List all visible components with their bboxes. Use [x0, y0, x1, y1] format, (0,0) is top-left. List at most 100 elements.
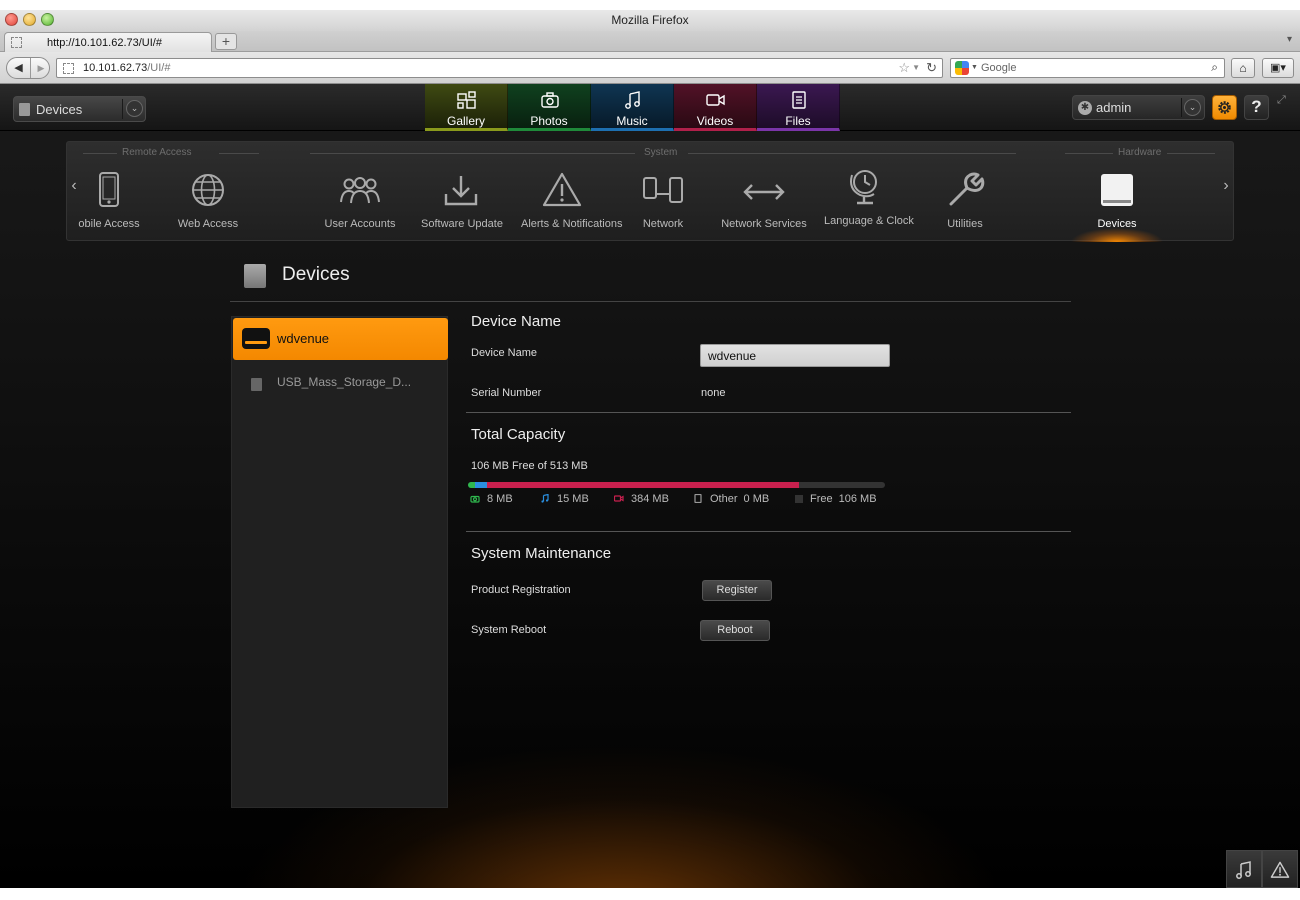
category-rule [83, 153, 117, 154]
search-bar[interactable]: ▼ Google ⌕ [950, 58, 1225, 78]
category-rule [310, 153, 635, 154]
drive-icon [1101, 174, 1133, 206]
wrench-icon [949, 172, 985, 206]
total-capacity-section-title: Total Capacity [471, 426, 566, 443]
ribbon-item-network-services[interactable]: Network Services [721, 170, 807, 236]
new-tab-button[interactable]: + [215, 33, 237, 50]
ribbon-item-label: Alerts & Notifications [521, 218, 623, 230]
legend-name: Other [710, 493, 738, 505]
user-menu-dropdown[interactable]: ✱ admin ⌄ [1072, 95, 1205, 120]
help-button[interactable]: ? [1244, 95, 1269, 120]
chevron-down-icon[interactable]: ⌄ [126, 100, 143, 117]
ribbon-item-network[interactable]: Network [641, 170, 685, 236]
device-name-field[interactable] [700, 344, 890, 367]
system-maintenance-section-title: System Maintenance [471, 545, 612, 562]
tab-files[interactable]: Files [757, 84, 840, 131]
context-dropdown[interactable]: Devices ⌄ [13, 96, 146, 122]
tab-files-label: Files [785, 114, 811, 128]
capacity-legend-videos: 384 MB [614, 493, 669, 505]
user-avatar-icon: ✱ [1078, 101, 1092, 115]
tab-music[interactable]: Music [591, 84, 674, 131]
chevron-down-icon[interactable]: ⌄ [1184, 99, 1201, 116]
music-player-button[interactable] [1226, 850, 1262, 888]
ribbon-item-mobile-access[interactable]: obile Access [78, 170, 140, 236]
drive-icon [244, 264, 266, 288]
forward-arrow-icon[interactable]: ▶ [33, 58, 49, 78]
category-rule [688, 153, 1016, 154]
home-button[interactable]: ⌂ [1231, 58, 1255, 78]
dropdown-divider [1181, 98, 1182, 117]
capacity-legend-free: Free 106 MB [795, 493, 877, 505]
ribbon-category-label: Hardware [1118, 147, 1162, 158]
ribbon-item-utilities[interactable]: Utilities [945, 170, 985, 236]
tab-videos[interactable]: Videos [674, 84, 757, 131]
ribbon-category-label: System [644, 147, 678, 158]
tab-list-chevron-icon[interactable]: ▾ [1287, 34, 1292, 45]
user-name: admin [1096, 100, 1132, 115]
url-text: 10.101.62.73/UI/# [83, 62, 170, 74]
tab-music-label: Music [616, 114, 648, 128]
globe-clock-icon [850, 170, 877, 205]
settings-button[interactable] [1212, 95, 1237, 120]
category-rule [1167, 153, 1215, 154]
browser-tab-label: http://10.101.62.73/UI/# [47, 37, 162, 49]
browser-tab[interactable]: http://10.101.62.73/UI/# [4, 32, 212, 52]
ribbon-item-label: obile Access [78, 218, 140, 230]
ribbon-item-label: Network [642, 218, 684, 230]
serial-number-label: Serial Number [471, 387, 542, 399]
back-forward-group: ◀ ▶ [6, 57, 50, 79]
back-arrow-icon[interactable]: ◀ [7, 58, 31, 78]
register-button[interactable]: Register [702, 580, 772, 601]
ribbon-item-software-update[interactable]: Software Update [421, 170, 503, 236]
home-icon: ⌂ [1239, 61, 1247, 75]
capacity-summary: 106 MB Free of 513 MB [471, 460, 588, 472]
device-list-item[interactable]: wdvenue [233, 318, 448, 360]
search-engine-chevron-icon[interactable]: ▼ [971, 64, 978, 71]
device-list-item[interactable]: USB_Mass_Storage_D... [233, 362, 448, 404]
search-placeholder: Google [981, 62, 1017, 74]
chevron-left-icon[interactable]: ‹ [67, 177, 81, 195]
device-name-label: USB_Mass_Storage_D... [277, 375, 412, 389]
video-camera-icon [614, 495, 624, 502]
ribbon-item-language-clock[interactable]: Language & Clock [824, 167, 914, 233]
app-top-bar: Devices ⌄ Gallery Photos Music Videos Fi… [0, 84, 1300, 131]
document-icon [792, 91, 806, 109]
url-history-chevron-icon[interactable]: ▼ [912, 63, 920, 72]
reboot-button[interactable]: Reboot [700, 620, 770, 641]
serial-number-value: none [701, 387, 726, 399]
legend-value: 15 MB [557, 493, 589, 505]
music-note-icon [541, 494, 549, 503]
fullscreen-icon[interactable]: ⤢ [1277, 94, 1289, 106]
ribbon-item-label: Software Update [421, 218, 503, 230]
camera-icon [541, 92, 559, 108]
tab-photos-label: Photos [530, 114, 568, 128]
window-titlebar: Mozilla Firefox [0, 10, 1300, 32]
ribbon-item-devices[interactable]: Devices [1097, 170, 1137, 236]
capacity-bar [468, 482, 885, 488]
tab-gallery[interactable]: Gallery [425, 84, 508, 131]
search-magnifier-icon[interactable]: ⌕ [1211, 60, 1218, 75]
alerts-button[interactable] [1262, 850, 1298, 888]
url-bar[interactable]: 10.101.62.73/UI/# ☆ ▼ ↻ [56, 58, 943, 78]
reload-icon[interactable]: ↻ [926, 60, 937, 76]
device-name-label: Device Name [471, 347, 538, 359]
warning-icon [542, 172, 582, 207]
ribbon-item-alerts-notifications[interactable]: Alerts & Notifications [521, 170, 622, 236]
usb-drive-icon [251, 378, 262, 391]
device-list: wdvenue USB_Mass_Storage_D... [231, 316, 448, 808]
bookmark-star-icon[interactable]: ☆ [898, 60, 910, 76]
ribbon-item-label: User Accounts [324, 218, 396, 230]
tab-photos[interactable]: Photos [508, 84, 591, 131]
google-logo-icon[interactable] [955, 61, 969, 75]
ribbon-item-user-accounts[interactable]: User Accounts [325, 170, 395, 236]
ribbon-item-label: Network Services [721, 218, 807, 230]
chevron-right-icon[interactable]: › [1219, 177, 1233, 195]
product-registration-label: Product Registration [471, 584, 571, 596]
ribbon-item-web-access[interactable]: Web Access [178, 170, 238, 236]
section-divider [466, 531, 1071, 532]
video-camera-icon [706, 94, 725, 106]
legend-value: 8 MB [487, 493, 513, 505]
legend-value: 0 MB [743, 493, 770, 505]
context-dropdown-label: Devices [36, 102, 83, 117]
addon-menu-button[interactable]: ▣▾ [1262, 58, 1294, 78]
